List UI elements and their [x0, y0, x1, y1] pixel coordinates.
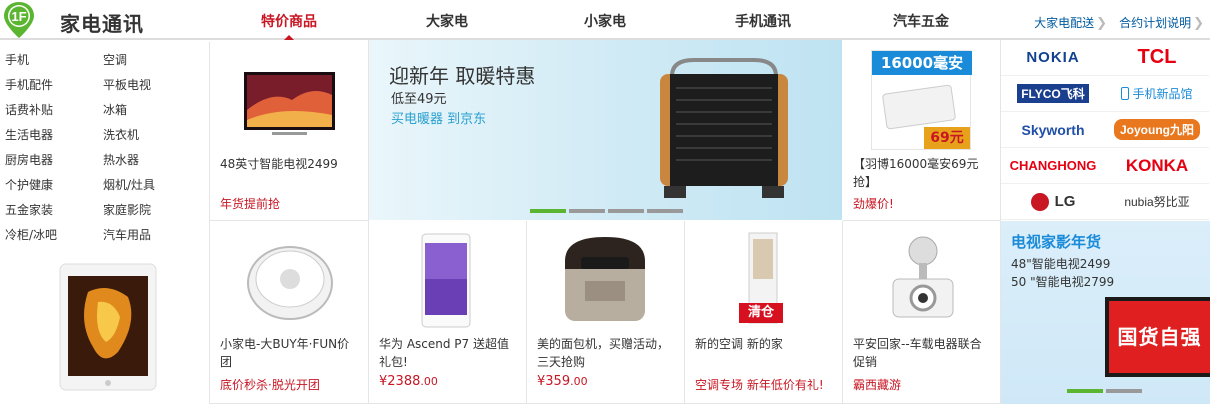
category-link[interactable]: 洗衣机 [103, 123, 139, 148]
banner-subtitle: 低至49元 [391, 92, 447, 107]
powerbank-capacity-label: 16000毫安 [872, 51, 972, 75]
category-link[interactable]: 手机配件 [5, 73, 53, 98]
product-promo[interactable]: 劲爆价! [853, 195, 894, 212]
category-link[interactable]: 冰箱 [103, 98, 127, 123]
brand-logo-joyoung[interactable]: Joyoung九阳 [1105, 112, 1209, 148]
product-card-robot[interactable]: 小家电-大BUY年·FUN价团 底价秒杀·脱光开团 [210, 221, 369, 404]
brand-logo-skyworth[interactable]: Skyworth [1001, 112, 1105, 148]
product-desc[interactable]: 48英寸智能电视2499 [220, 155, 338, 173]
brand-logo-tcl[interactable]: TCL [1105, 40, 1209, 76]
product-desc[interactable]: 小家电-大BUY年·FUN价团 [220, 335, 360, 371]
banner-dot[interactable] [569, 209, 605, 213]
product-promo[interactable]: 空调专场 新年低价有礼! [695, 376, 824, 393]
product-promo[interactable]: 霸西藏游 [853, 376, 901, 393]
category-panel: 手机 空调 手机配件 平板电视 话费补贴 冰箱 生活电器 洗衣机 厨房电器 热水… [0, 42, 210, 404]
banner-dot[interactable] [647, 209, 683, 213]
tv-promo-image: 国货自强 [1105, 297, 1210, 377]
category-link[interactable]: 厨房电器 [5, 148, 53, 173]
promo-dot[interactable] [1106, 389, 1142, 393]
product-desc[interactable]: 【羽博16000毫安69元抢】 [853, 155, 993, 191]
clearance-tag: 清仓 [739, 303, 783, 323]
category-link[interactable]: 生活电器 [5, 123, 53, 148]
floor-header: 1F 家电通讯 特价商品 大家电 小家电 手机通讯 汽车五金 大家电配送 ❯ 合约… [0, 0, 1210, 42]
lg-circle-icon [1030, 192, 1049, 211]
promo-line: 48"智能电视2499 [1011, 257, 1111, 271]
category-link[interactable]: 热水器 [103, 148, 139, 173]
category-link[interactable]: 个护健康 [5, 173, 53, 198]
tab-large-appliances[interactable]: 大家电 [368, 0, 526, 40]
chevron-right-icon: ❯ [1193, 16, 1204, 31]
category-link[interactable]: 五金家装 [5, 198, 53, 223]
heater-banner[interactable]: 迎新年 取暖特惠 低至49元 买电暖器 到京东 [369, 40, 842, 220]
dashcam-image [892, 236, 954, 318]
phone-icon [1121, 87, 1130, 100]
category-link[interactable]: 冷柜/冰吧 [5, 223, 57, 248]
banner-dot[interactable] [530, 209, 566, 213]
product-desc[interactable]: 平安回家--车载电器联合促销 [853, 335, 993, 371]
product-price: ¥2388.00 [379, 374, 438, 389]
category-link[interactable]: 话费补贴 [5, 98, 53, 123]
brand-logo-nubia[interactable]: nubia努比亚 [1105, 184, 1209, 220]
product-desc[interactable]: 美的面包机，买赠活动，三天抢购 [537, 335, 677, 371]
product-desc[interactable]: 新的空调 新的家 [695, 335, 783, 353]
product-card-tv[interactable]: 48英寸智能电视2499 年货提前抢 [210, 40, 369, 221]
banner-cta[interactable]: 买电暖器 到京东 [391, 108, 486, 127]
product-card-breadmaker[interactable]: 美的面包机，买赠活动，三天抢购 ¥359.00 [527, 221, 685, 404]
tab-special[interactable]: 特价商品 [210, 0, 368, 42]
brand-mobile-new[interactable]: 手机新品馆 [1105, 76, 1209, 112]
huawei-phone-image [421, 233, 471, 328]
promo-dot[interactable] [1067, 389, 1103, 393]
product-price: ¥359.00 [537, 374, 588, 389]
powerbank-image: 16000毫安 69元 [871, 50, 972, 150]
product-card-huawei[interactable]: 华为 Ascend P7 送超值礼包! ¥2388.00 [369, 221, 527, 404]
brand-logo-changhong[interactable]: CHANGHONG [1001, 148, 1105, 184]
promo-line: 50 "智能电视2799 [1011, 275, 1115, 289]
tab-small-appliances[interactable]: 小家电 [526, 0, 684, 40]
banner-pagination [530, 209, 683, 213]
category-link[interactable]: 家庭影院 [103, 198, 151, 223]
product-promo[interactable]: 底价秒杀·脱光开团 [220, 376, 320, 393]
tv-badge-text: 国货自强 [1109, 301, 1210, 373]
product-card-aircon[interactable]: 清仓 新的空调 新的家 空调专场 新年低价有礼! [685, 221, 843, 404]
promo-title: 电视家影年货 [1011, 233, 1102, 251]
brand-logo-nokia[interactable]: NOKIA [1001, 40, 1105, 76]
header-links: 大家电配送 ❯ 合约计划说明 ❯ [1028, 0, 1210, 40]
product-card-powerbank[interactable]: 16000毫安 69元 【羽博16000毫安69元抢】 劲爆价! [843, 40, 1001, 221]
robot-vacuum-image [247, 246, 333, 320]
category-link[interactable]: 烟机/灶具 [103, 173, 155, 198]
brand-logo-konka[interactable]: KONKA [1105, 148, 1209, 184]
tv-promo-banner[interactable]: 电视家影年货 48"智能电视2499 50 "智能电视2799 国货自强 [1001, 221, 1210, 404]
brand-wall: NOKIA TCL FLYCO飞科 手机新品馆 Skyworth Joyoung… [1001, 40, 1210, 220]
chevron-right-icon: ❯ [1096, 16, 1108, 31]
tv-image [244, 72, 335, 135]
banner-title: 迎新年 取暖特惠 [389, 64, 536, 88]
phone-promo-image[interactable] [58, 262, 158, 392]
heater-image [660, 58, 788, 198]
delivery-link[interactable]: 大家电配送 ❯ [1028, 0, 1113, 40]
contract-plan-link[interactable]: 合约计划说明 ❯ [1113, 0, 1210, 40]
tab-mobile[interactable]: 手机通讯 [684, 0, 842, 40]
svg-text:1F: 1F [11, 9, 26, 24]
category-link[interactable]: 汽车用品 [103, 223, 151, 248]
product-promo[interactable]: 年货提前抢 [220, 195, 280, 212]
category-link[interactable]: 平板电视 [103, 73, 151, 98]
tab-auto[interactable]: 汽车五金 [842, 0, 1000, 40]
banner-dot[interactable] [608, 209, 644, 213]
product-desc[interactable]: 华为 Ascend P7 送超值礼包! [379, 335, 519, 371]
promo-pagination [1067, 389, 1142, 393]
category-link[interactable]: 空调 [103, 48, 127, 73]
brand-logo-lg[interactable]: LG [1001, 184, 1105, 220]
category-link[interactable]: 手机 [5, 48, 29, 73]
category-tabs: 特价商品 大家电 小家电 手机通讯 汽车五金 [210, 0, 1000, 42]
powerbank-price-tag: 69元 [924, 127, 970, 149]
floor-title: 家电通讯 [60, 12, 144, 36]
product-card-dashcam[interactable]: 平安回家--车载电器联合促销 霸西藏游 [843, 221, 1001, 404]
breadmaker-image [565, 237, 645, 321]
floor-badge-icon: 1F [4, 2, 34, 38]
brand-logo-flyco[interactable]: FLYCO飞科 [1001, 76, 1105, 112]
